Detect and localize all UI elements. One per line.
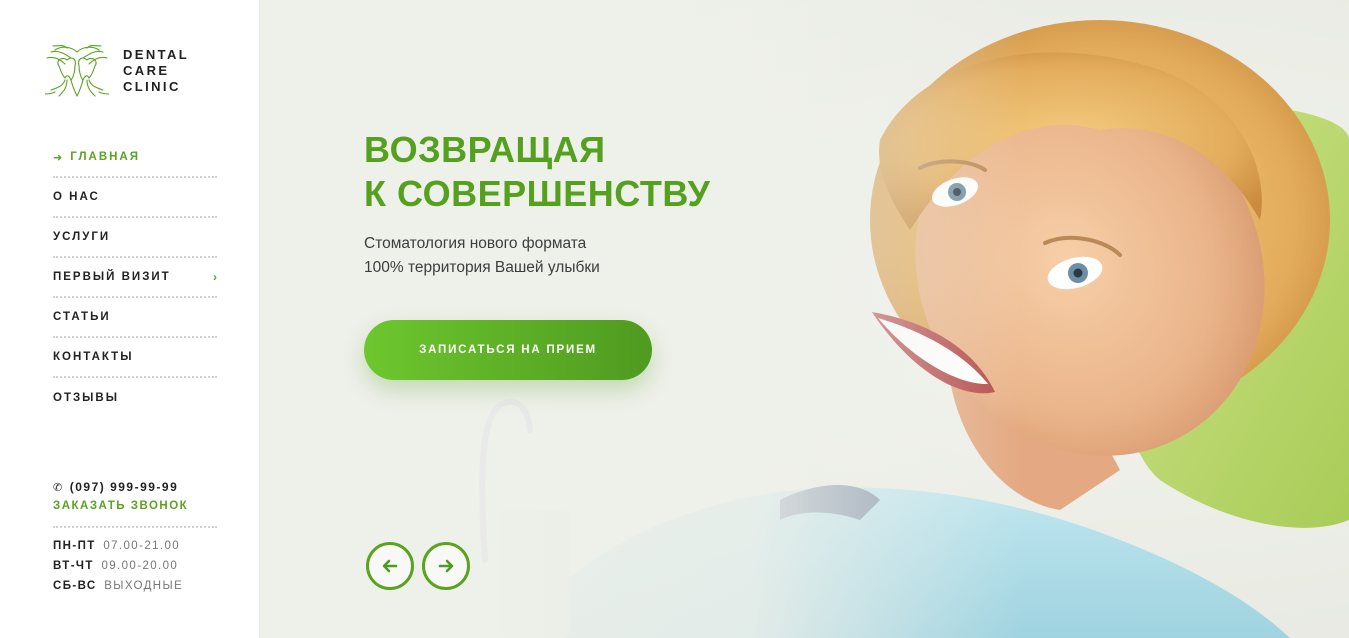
nav-item-reviews[interactable]: ОТЗЫВЫ — [53, 378, 217, 418]
contacts-block: ✆ (097) 999-99-99 ЗАКАЗАТЬ ЗВОНОК ПН-ПТ … — [53, 480, 217, 596]
logo-line-3: CLINIC — [123, 79, 181, 94]
logo-text: DENTAL CARE CLINIC — [123, 47, 189, 95]
arrow-left-icon — [382, 559, 398, 573]
nav-item-label: ОТЗЫВЫ — [53, 392, 119, 404]
hours-time: 09.00-20.00 — [101, 560, 179, 572]
phone-number[interactable]: ✆ (097) 999-99-99 — [53, 480, 217, 494]
hero-subtitle-line-1: Стоматология нового формата — [364, 235, 587, 252]
logo-line-1: DENTAL — [123, 47, 190, 62]
hours-days: СБ-ВС — [53, 580, 97, 592]
hero-title-line-2: К СОВЕРШЕНСТВУ — [364, 173, 711, 214]
sidebar: DENTAL CARE CLINIC ➜ ГЛАВНАЯ О НАС УСЛУГ… — [0, 0, 260, 638]
hours-row: ПН-ПТ 07.00-21.00 — [53, 536, 217, 556]
book-appointment-button[interactable]: ЗАПИСАТЬСЯ НА ПРИЕМ — [364, 320, 652, 380]
callback-link[interactable]: ЗАКАЗАТЬ ЗВОНОК — [53, 500, 217, 528]
hero-title-line-1: ВОЗВРАЩАЯ — [364, 129, 606, 170]
working-hours: ПН-ПТ 07.00-21.00 ВТ-ЧТ 09.00-20.00 СБ-В… — [53, 536, 217, 596]
hero-subtitle-line-2: 100% территория Вашей улыбки — [364, 259, 600, 276]
slider-next-button[interactable] — [422, 542, 470, 590]
nav-item-label: О НАС — [53, 191, 100, 203]
hero-subtitle: Стоматология нового формата 100% террито… — [364, 232, 600, 280]
logo-line-2: CARE — [123, 63, 170, 78]
hours-time: ВЫХОДНЫЕ — [104, 580, 184, 592]
nav-item-contacts[interactable]: КОНТАКТЫ — [53, 338, 217, 378]
hours-row: ВТ-ЧТ 09.00-20.00 — [53, 556, 217, 576]
arrow-right-icon: ➜ — [53, 151, 65, 164]
nav-item-articles[interactable]: СТАТЬИ — [53, 298, 217, 338]
nav-item-label: СТАТЬИ — [53, 311, 111, 323]
hero-slider: ВОЗВРАЩАЯ К СОВЕРШЕНСТВУ Стоматология но… — [260, 0, 1349, 638]
logo[interactable]: DENTAL CARE CLINIC — [45, 44, 189, 98]
nav-item-label: ПЕРВЫЙ ВИЗИТ — [53, 271, 171, 283]
nav-item-label: КОНТАКТЫ — [53, 351, 134, 363]
nav-item-first-visit[interactable]: ПЕРВЫЙ ВИЗИТ › — [53, 258, 217, 298]
nav-item-label: ГЛАВНАЯ — [70, 151, 141, 163]
hero-photo — [260, 0, 1349, 638]
nav-item-about[interactable]: О НАС — [53, 178, 217, 218]
nav-item-services[interactable]: УСЛУГИ — [53, 218, 217, 258]
phone-icon: ✆ — [53, 481, 64, 494]
arrow-right-icon — [438, 559, 454, 573]
nav-item-home[interactable]: ➜ ГЛАВНАЯ — [53, 138, 217, 178]
hours-days: ПН-ПТ — [53, 540, 96, 552]
slider-prev-button[interactable] — [366, 542, 414, 590]
hours-time: 07.00-21.00 — [103, 540, 181, 552]
nav-item-home-wrap: ➜ ГЛАВНАЯ — [53, 151, 140, 164]
tree-teeth-logo-icon — [45, 44, 109, 97]
hero-title: ВОЗВРАЩАЯ К СОВЕРШЕНСТВУ — [364, 128, 710, 216]
nav-item-label: УСЛУГИ — [53, 231, 111, 243]
phone-text: (097) 999-99-99 — [69, 480, 179, 494]
chevron-right-icon[interactable]: › — [213, 270, 217, 284]
hours-days: ВТ-ЧТ — [53, 560, 94, 572]
hours-row: СБ-ВС ВЫХОДНЫЕ — [53, 576, 217, 596]
main-nav: ➜ ГЛАВНАЯ О НАС УСЛУГИ ПЕРВЫЙ ВИЗИТ › СТ… — [53, 138, 217, 418]
